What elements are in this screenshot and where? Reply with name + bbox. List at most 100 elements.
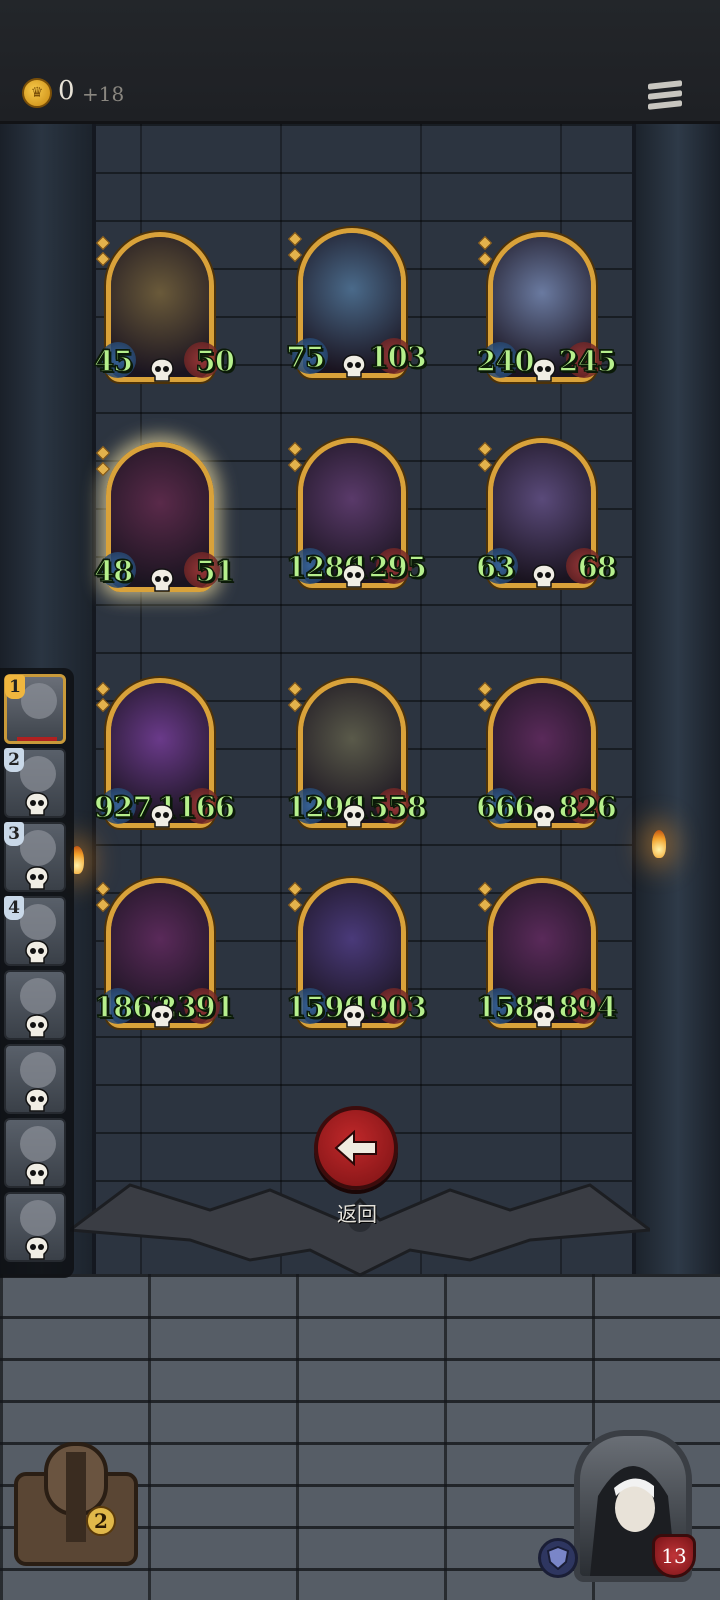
rank-gem-icon — [477, 881, 493, 897]
hero-face-icon — [21, 683, 57, 719]
rank-gem-icon — [287, 441, 303, 457]
hamburger-menu-icon[interactable] — [648, 80, 682, 114]
rank-gem-icon — [95, 697, 111, 713]
monster-health: 68 — [577, 549, 618, 584]
hero-health-bar — [17, 737, 57, 741]
hero-face-icon — [20, 1200, 56, 1236]
skull-icon — [24, 1088, 50, 1112]
rank-gem-icon — [95, 681, 111, 697]
skull-icon — [149, 1004, 175, 1028]
crown-coin-icon: ♛ — [22, 78, 52, 108]
skull-icon — [24, 1014, 50, 1038]
monster-card-masked-rat[interactable]: 1587 1894 — [475, 878, 618, 1030]
monster-health: 245 — [558, 343, 618, 378]
skull-icon — [341, 564, 367, 588]
chest-count: 2 — [86, 1506, 116, 1536]
monster-attack: 63 — [475, 549, 516, 584]
hero-slot-number: 3 — [4, 822, 24, 846]
skull-icon — [341, 804, 367, 828]
rank-gem-icon — [287, 247, 303, 263]
rank-gem-icon — [477, 897, 493, 913]
sidebar-hero-1[interactable]: 1 — [4, 674, 66, 744]
monster-card-armored-knight[interactable]: 240 245 — [475, 232, 618, 384]
skull-icon — [149, 358, 175, 382]
rank-gem-icon — [95, 881, 111, 897]
monster-card-old-woman[interactable]: 1290 1558 — [285, 678, 428, 830]
sidebar-hero-2[interactable]: 2 — [4, 748, 66, 818]
monster-card-fairy[interactable]: 63 68 — [475, 438, 618, 590]
monster-attack: 75 — [285, 339, 326, 374]
back-button-label: 返回 — [337, 1202, 377, 1226]
skull-icon — [531, 564, 557, 588]
skull-icon — [341, 354, 367, 378]
hero-slot-number: 2 — [4, 748, 24, 772]
skull-icon — [531, 1004, 557, 1028]
hero-slot-number: 4 — [4, 896, 24, 920]
rank-gem-icon — [287, 881, 303, 897]
monster-card-wizard[interactable]: 1596 1903 — [285, 878, 428, 1030]
monster-attack: 240 — [475, 343, 535, 378]
monster-health: 51 — [195, 553, 236, 588]
monster-health: 826 — [558, 789, 618, 824]
skull-icon — [24, 1236, 50, 1260]
skull-icon — [149, 804, 175, 828]
hero-face-icon — [20, 978, 56, 1014]
sidebar-hero-5[interactable] — [4, 970, 66, 1040]
monster-health: 103 — [368, 339, 428, 374]
skull-icon — [531, 804, 557, 828]
rank-gem-icon — [287, 897, 303, 913]
skull-icon — [24, 866, 50, 890]
hero-health-badge: 13 — [652, 1534, 696, 1578]
shield-icon — [538, 1538, 578, 1578]
monster-card-dark-elf[interactable]: 75 103 — [285, 228, 428, 380]
monster-card-bull[interactable]: 666 826 — [475, 678, 618, 830]
sidebar-hero-6[interactable] — [4, 1044, 66, 1114]
hero-face-icon — [20, 830, 56, 866]
skull-icon — [24, 792, 50, 816]
right-pillar — [632, 124, 720, 1274]
torch-flame-icon — [652, 830, 666, 858]
arrow-left-icon — [334, 1129, 377, 1167]
skull-icon — [149, 568, 175, 592]
hero-face-icon — [20, 1052, 56, 1088]
back-button[interactable] — [314, 1106, 398, 1190]
hero-sidebar: 1 2 3 4 — [0, 668, 74, 1278]
monster-card-dragon[interactable]: 1862 2391 — [93, 878, 236, 1030]
rank-gem-icon — [95, 461, 111, 477]
sidebar-hero-8[interactable] — [4, 1192, 66, 1262]
hero-face-icon — [20, 904, 56, 940]
rank-gem-icon — [477, 697, 493, 713]
rank-gem-icon — [477, 681, 493, 697]
hero-face-icon — [20, 1126, 56, 1162]
monster-card-boar-beast[interactable]: 48 51 — [93, 442, 236, 594]
skull-icon — [24, 940, 50, 964]
hero-face-icon — [20, 756, 56, 792]
treasure-chest-icon[interactable] — [6, 1434, 146, 1574]
rank-gem-icon — [477, 251, 493, 267]
skull-icon — [24, 1162, 50, 1186]
monster-health: 50 — [195, 343, 236, 378]
rank-gem-icon — [287, 231, 303, 247]
rank-gem-icon — [477, 235, 493, 251]
monster-card-parrot[interactable]: 927 1166 — [93, 678, 236, 830]
rank-gem-icon — [95, 897, 111, 913]
sidebar-hero-3[interactable]: 3 — [4, 822, 66, 892]
monster-attack: 48 — [93, 553, 134, 588]
rank-gem-icon — [287, 697, 303, 713]
gold-amount: 0 — [58, 76, 75, 106]
monster-attack: 45 — [93, 343, 134, 378]
bat-emblem-icon — [70, 1183, 650, 1277]
rank-gem-icon — [95, 445, 111, 461]
rank-gem-icon — [287, 681, 303, 697]
monster-attack: 927 — [93, 789, 153, 824]
top-bar: ♛ 0 +18 — [0, 0, 720, 124]
rank-gem-icon — [95, 251, 111, 267]
sidebar-hero-4[interactable]: 4 — [4, 896, 66, 966]
sidebar-hero-7[interactable] — [4, 1118, 66, 1188]
rank-gem-icon — [477, 457, 493, 473]
monster-attack: 666 — [475, 789, 535, 824]
rank-gem-icon — [95, 235, 111, 251]
rank-gem-icon — [287, 457, 303, 473]
monster-card-swamp-witch[interactable]: 45 50 — [93, 232, 236, 384]
monster-card-pumpkin-ghost[interactable]: 1286 1295 — [285, 438, 428, 590]
